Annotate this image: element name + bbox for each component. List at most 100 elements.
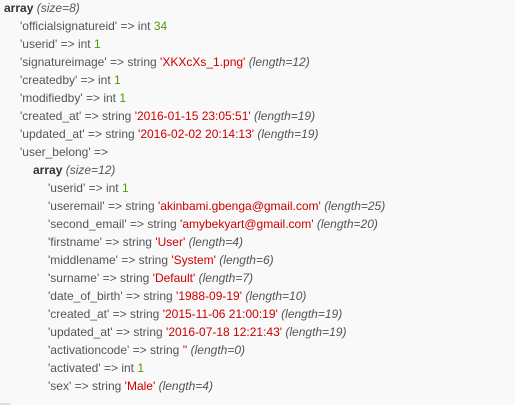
dump-entry: 'userid' => int 1	[20, 35, 101, 53]
entry-key: 'createdby'	[20, 73, 78, 87]
dump-entry: 'created_at' => string '2015-11-06 21:00…	[48, 305, 342, 323]
entry-key: 'userid'	[48, 181, 86, 195]
entry-arrow: =>	[60, 37, 75, 51]
entry-key: 'useremail'	[48, 199, 105, 213]
dump-entry: 'surname' => string 'Default' (length=7)	[48, 269, 253, 287]
entry-arrow: =>	[109, 55, 124, 69]
entry-key: 'created_at'	[20, 109, 82, 123]
entry-length: (length=19)	[281, 307, 343, 321]
entry-value: 1	[114, 73, 121, 87]
entry-type: string	[119, 271, 150, 285]
entry-type: int	[103, 91, 117, 105]
entry-length: (length=7)	[198, 271, 253, 285]
entry-arrow: =>	[120, 19, 135, 33]
array-size: (size=12)	[65, 163, 116, 177]
root-array-header: array (size=8)	[4, 0, 80, 17]
entry-length: (length=4)	[158, 379, 213, 393]
entry-type: int	[105, 181, 119, 195]
entry-value: 'Male'	[124, 379, 156, 393]
dump-entry: 'activationcode' => string '' (length=0)	[48, 341, 245, 359]
entry-length: (length=4)	[188, 235, 243, 249]
entry-arrow: =>	[115, 325, 130, 339]
dump-entry: 'useremail' => string 'akinbami.gbenga@g…	[48, 197, 385, 215]
dump-entry: 'signatureimage' => string 'XKXcXs_1.png…	[20, 53, 310, 71]
entry-type: string	[105, 127, 135, 141]
entry-key: 'date_of_birth'	[48, 289, 123, 303]
entry-value: '1988-09-19'	[176, 289, 242, 303]
dump-entry: 'sex' => string 'Male' (length=4)	[48, 377, 213, 395]
entry-value: '2016-02-02 20:14:13'	[138, 127, 255, 141]
dump-entry: 'middlename' => string 'System' (length=…	[48, 251, 274, 269]
entry-key: 'updated_at'	[20, 127, 85, 141]
entry-arrow: =>	[112, 307, 127, 321]
entry-length: (length=19)	[257, 127, 319, 141]
entry-type: string	[150, 343, 180, 357]
entry-arrow: =>	[125, 289, 140, 303]
entry-type: int	[137, 19, 151, 33]
entry-type: string	[143, 289, 173, 303]
entry-length: (length=6)	[219, 253, 274, 267]
entry-type: int	[121, 361, 135, 375]
entry-value: 'amybekyart@gmail.com'	[180, 217, 314, 231]
nested-array-header: array (size=12)	[33, 161, 115, 179]
dump-entry: 'updated_at' => string '2016-02-02 20:14…	[20, 125, 318, 143]
entry-key: 'updated_at'	[48, 325, 113, 339]
entry-key: 'middlename'	[48, 253, 118, 267]
entry-arrow: =>	[84, 109, 99, 123]
entry-value: 34	[153, 19, 168, 33]
entry-value: '2015-11-06 21:00:19'	[162, 307, 278, 321]
entry-value: '2016-01-15 23:05:51'	[134, 109, 251, 123]
dump-entry: 'date_of_birth' => string '1988-09-19' (…	[48, 287, 306, 305]
entry-arrow: =>	[129, 217, 144, 231]
entry-value: 'akinbami.gbenga@gmail.com'	[158, 199, 321, 213]
entry-type: string	[133, 325, 163, 339]
dump-entry: 'created_at' => string '2016-01-15 23:05…	[20, 107, 315, 125]
dump-entry: 'userid' => int 1	[48, 179, 129, 197]
entry-arrow: =>	[103, 361, 118, 375]
nested-key: 'user_belong'	[20, 145, 91, 159]
entry-value: 1	[137, 361, 145, 375]
entry-arrow: =>	[105, 235, 120, 249]
entry-arrow: =>	[87, 127, 102, 141]
var-dump-output: array (size=8)'officialsignatureid' => i…	[0, 0, 515, 405]
dump-entry: 'second_email' => string 'amybekyart@gma…	[48, 215, 378, 233]
nested-key-line: 'user_belong' =>	[20, 143, 108, 161]
entry-arrow: =>	[80, 73, 95, 87]
nested-arrow: =>	[93, 145, 108, 159]
entry-type: string	[125, 199, 155, 213]
entry-arrow: =>	[107, 199, 122, 213]
dump-entry: 'firstname' => string 'User' (length=4)	[48, 233, 243, 251]
entry-value: 1	[119, 91, 127, 105]
entry-length: (length=25)	[324, 199, 386, 213]
entry-type: int	[97, 73, 111, 87]
array-keyword: array	[4, 1, 34, 15]
entry-arrow: =>	[74, 379, 89, 393]
entry-arrow: =>	[121, 253, 136, 267]
entry-key: 'firstname'	[48, 235, 102, 249]
entry-value: 1	[94, 37, 101, 51]
entry-arrow: =>	[102, 271, 117, 285]
entry-value: 'XKXcXs_1.png'	[160, 55, 246, 69]
entry-arrow: =>	[88, 181, 103, 195]
entry-value: 1	[122, 181, 129, 195]
entry-type: string	[122, 235, 152, 249]
entry-key: 'activated'	[48, 361, 101, 375]
entry-value: 'User'	[155, 235, 186, 249]
entry-arrow: =>	[85, 91, 100, 105]
dump-entry: 'officialsignatureid' => int 34	[20, 17, 167, 35]
entry-type: string	[91, 379, 122, 393]
dump-entry: 'activated' => int 1	[48, 359, 144, 377]
entry-length: (length=12)	[248, 55, 310, 69]
entry-key: 'activationcode'	[48, 343, 130, 357]
entry-type: int	[77, 37, 91, 51]
entry-type: string	[130, 307, 160, 321]
entry-key: 'sex'	[48, 379, 72, 393]
entry-arrow: =>	[132, 343, 147, 357]
entry-length: (length=10)	[245, 289, 307, 303]
entry-key: 'surname'	[48, 271, 100, 285]
entry-value: 'Default'	[152, 271, 196, 285]
dump-entry: 'updated_at' => string '2016-07-18 12:21…	[48, 323, 346, 341]
entry-length: (length=19)	[254, 109, 316, 123]
entry-key: 'signatureimage'	[20, 55, 107, 69]
entry-key: 'modifiedby'	[20, 91, 83, 105]
